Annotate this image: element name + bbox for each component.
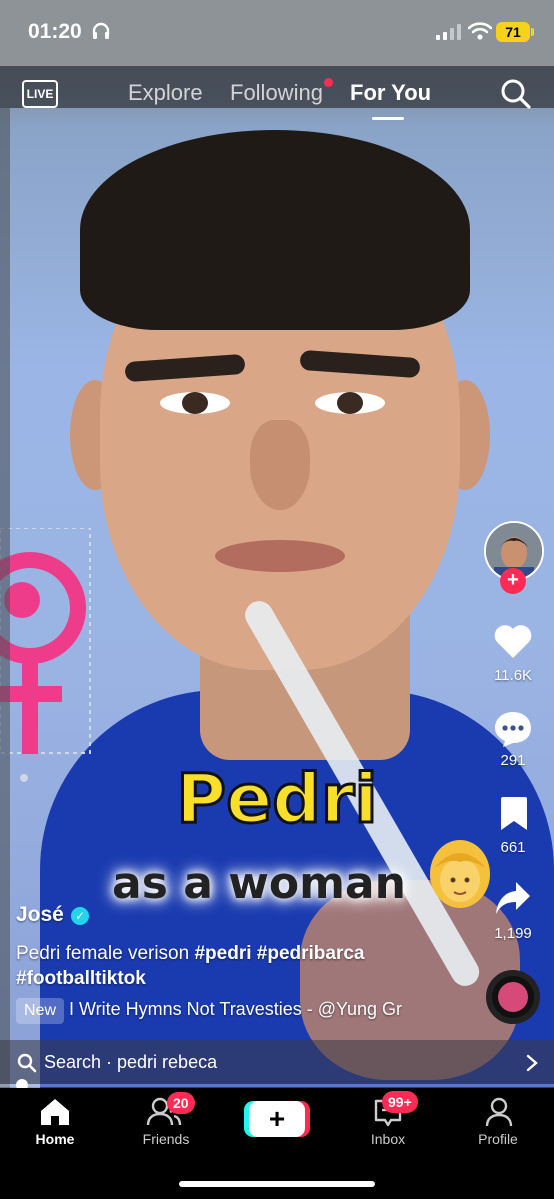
create-post-button[interactable]: + — [249, 1101, 305, 1137]
nav-home[interactable]: Home — [0, 1131, 110, 1147]
like-count: 11.6K — [493, 667, 533, 684]
search-icon — [17, 1053, 37, 1073]
female-symbol-graphic — [0, 528, 91, 782]
share-icon[interactable] — [494, 880, 532, 916]
video-edge — [0, 108, 10, 1088]
post-description[interactable]: Pedri female verison #pedri #pedribarca #… — [16, 941, 456, 991]
tab-for-you[interactable]: For You — [350, 80, 431, 106]
video-pupil — [182, 392, 208, 414]
comment-icon[interactable] — [493, 710, 533, 748]
video-pupil — [337, 392, 363, 414]
music-disc[interactable] — [486, 970, 540, 1024]
live-icon[interactable]: LIVE — [22, 80, 58, 108]
friends-badge: 20 — [167, 1092, 195, 1114]
video-nose — [250, 420, 310, 510]
heart-icon[interactable] — [493, 624, 533, 660]
follow-button[interactable]: + — [500, 568, 526, 594]
nav-inbox[interactable]: Inbox — [333, 1131, 443, 1147]
search-icon[interactable] — [500, 78, 532, 110]
nav-friends[interactable]: Friends — [111, 1131, 221, 1147]
share-count: 1,199 — [494, 925, 532, 942]
hashtag[interactable]: #pedri — [194, 943, 251, 964]
battery-nub — [531, 28, 534, 36]
tab-explore[interactable]: Explore — [128, 80, 203, 106]
profile-icon[interactable] — [484, 1097, 514, 1127]
video-hair — [80, 130, 470, 330]
bookmark-count: 661 — [500, 839, 526, 856]
following-notification-dot — [324, 78, 333, 87]
headphones-icon — [92, 22, 110, 39]
status-time: 01:20 — [28, 20, 82, 43]
chevron-right-icon[interactable] — [526, 1054, 538, 1072]
hashtag[interactable]: #footballtiktok — [16, 968, 146, 989]
bookmark-icon[interactable] — [499, 796, 529, 832]
home-icon[interactable] — [39, 1097, 71, 1127]
new-badge: New — [16, 998, 65, 1024]
verified-icon: ✓ — [71, 907, 89, 925]
video-progress-bar[interactable] — [0, 1084, 554, 1087]
inbox-badge: 99+ — [382, 1091, 418, 1113]
related-search-text: Search · pedri rebeca — [44, 1052, 218, 1072]
description-text: Pedri female verison — [16, 943, 195, 964]
video-caption-title: Pedri — [175, 759, 379, 841]
tab-following[interactable]: Following — [230, 80, 323, 106]
video-mouth — [215, 540, 345, 572]
creator-username[interactable]: José — [16, 903, 64, 927]
battery-icon: 71 — [496, 22, 530, 42]
hashtag[interactable]: #pedribarca — [257, 943, 365, 964]
signal-icon — [436, 24, 461, 40]
music-title[interactable]: I Write Hymns Not Travesties - @Yung Gr — [69, 999, 402, 1020]
active-tab-indicator — [372, 117, 404, 120]
nav-profile[interactable]: Profile — [443, 1131, 553, 1147]
home-indicator — [179, 1181, 375, 1187]
video-caption-subtitle: as a woman — [112, 858, 406, 909]
wifi-icon — [468, 22, 492, 40]
comment-count: 291 — [500, 752, 526, 769]
